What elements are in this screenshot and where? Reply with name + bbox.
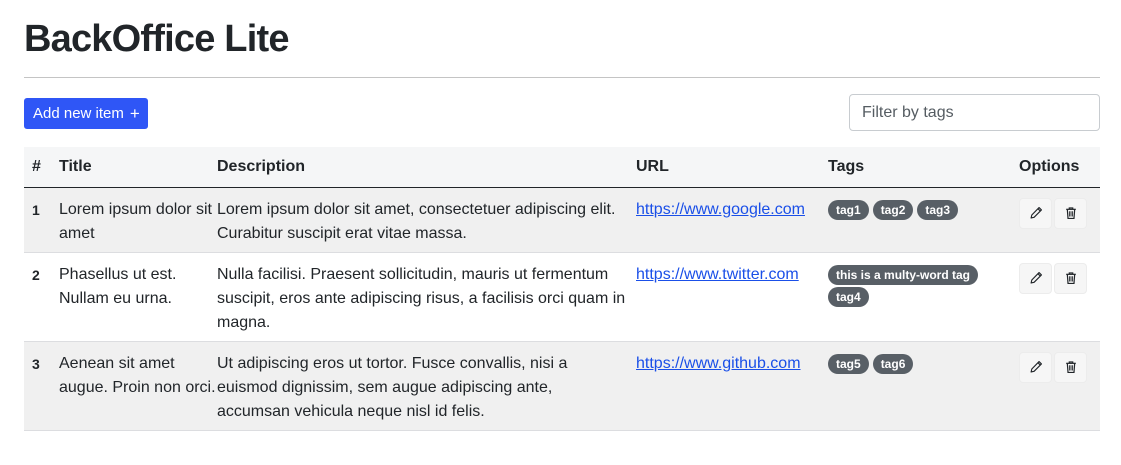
tag-badge[interactable]: tag1	[828, 199, 869, 220]
row-number: 2	[32, 266, 40, 283]
row-description: Ut adipiscing eros ut tortor. Fusce conv…	[217, 354, 568, 420]
row-tags: tag1 tag2 tag3	[828, 198, 1019, 220]
table-body: 1 Lorem ipsum dolor sit amet Lorem ipsum…	[24, 187, 1100, 430]
row-url-link[interactable]: https://www.twitter.com	[636, 266, 799, 283]
header-number: #	[32, 158, 41, 176]
tag-badge[interactable]: tag6	[872, 353, 914, 374]
row-options	[1019, 262, 1100, 294]
row-description: Nulla facilisi. Praesent sollicitudin, m…	[217, 265, 626, 331]
pencil-icon	[1029, 271, 1043, 285]
tag-badge[interactable]: tag3	[917, 199, 959, 220]
delete-button[interactable]	[1054, 262, 1087, 294]
delete-button[interactable]	[1054, 351, 1087, 383]
add-new-item-label: Add new item	[33, 105, 124, 122]
row-title: Phasellus ut est. Nullam eu urna.	[59, 265, 177, 307]
tag-badge[interactable]: tag4	[828, 286, 869, 307]
trash-icon	[1064, 360, 1078, 374]
tag-badge[interactable]: tag5	[828, 353, 869, 374]
pencil-icon	[1029, 360, 1043, 374]
add-new-item-button[interactable]: Add new item +	[24, 98, 148, 129]
row-description: Lorem ipsum dolor sit amet, consectetuer…	[217, 200, 616, 242]
table-row: 3 Aenean sit amet augue. Proin non orci.…	[24, 341, 1100, 430]
header-tags: Tags	[828, 158, 865, 176]
row-options	[1019, 197, 1100, 229]
header-description: Description	[217, 158, 306, 176]
row-number: 3	[32, 355, 40, 372]
tag-badge[interactable]: this is a multy-word tag	[828, 264, 979, 285]
items-table: # Title Description URL Tags Options 1 L…	[24, 147, 1100, 431]
header-title: Title	[59, 158, 92, 176]
tag-badge[interactable]: tag2	[872, 199, 914, 220]
filter-tags-input[interactable]	[849, 94, 1100, 131]
header-divider	[24, 77, 1100, 78]
edit-button[interactable]	[1019, 262, 1052, 294]
row-url-link[interactable]: https://www.github.com	[636, 355, 801, 372]
table-row: 1 Lorem ipsum dolor sit amet Lorem ipsum…	[24, 187, 1100, 252]
header-options: Options	[1019, 158, 1080, 176]
page-title: BackOffice Lite	[24, 18, 289, 60]
trash-icon	[1064, 271, 1078, 285]
edit-button[interactable]	[1019, 351, 1052, 383]
plus-icon: +	[129, 104, 140, 123]
header-url: URL	[636, 158, 669, 176]
table-row: 2 Phasellus ut est. Nullam eu urna. Null…	[24, 252, 1100, 341]
row-url-link[interactable]: https://www.google.com	[636, 201, 805, 218]
row-tags: tag5 tag6	[828, 352, 1019, 374]
pencil-icon	[1029, 206, 1043, 220]
row-options	[1019, 351, 1100, 383]
row-title: Aenean sit amet augue. Proin non orci.	[59, 354, 216, 396]
edit-button[interactable]	[1019, 197, 1052, 229]
table-header-row: # Title Description URL Tags Options	[24, 147, 1100, 187]
row-number: 1	[32, 201, 40, 218]
row-title: Lorem ipsum dolor sit amet	[59, 200, 212, 242]
trash-icon	[1064, 206, 1078, 220]
row-tags: this is a multy-word tag tag4	[828, 263, 1019, 307]
delete-button[interactable]	[1054, 197, 1087, 229]
